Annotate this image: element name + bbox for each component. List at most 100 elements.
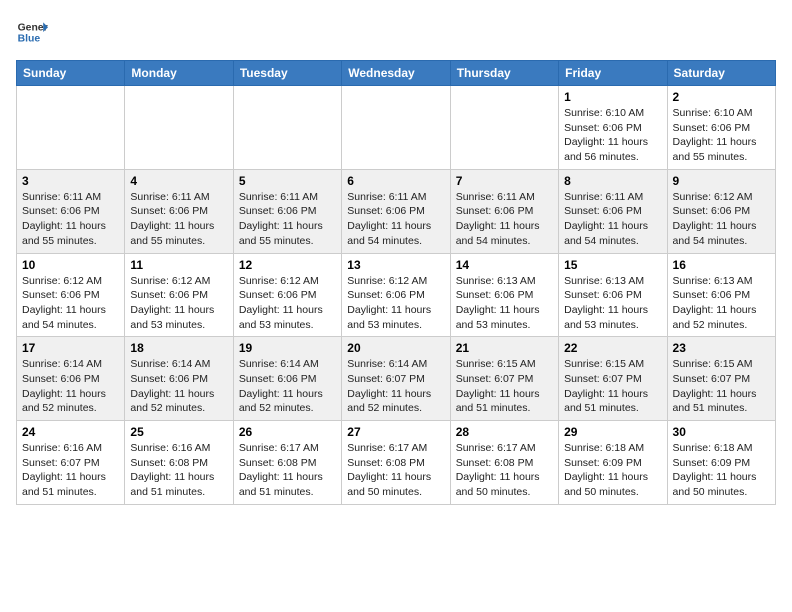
day-info: Sunrise: 6:18 AM Sunset: 6:09 PM Dayligh…: [673, 441, 770, 500]
calendar-cell: 9 Sunrise: 6:12 AM Sunset: 6:06 PM Daylig…: [667, 169, 775, 253]
weekday-header-cell: Saturday: [667, 61, 775, 86]
weekday-header-cell: Monday: [125, 61, 233, 86]
calendar-cell: [450, 86, 558, 170]
day-number: 28: [456, 425, 553, 439]
day-number: 27: [347, 425, 444, 439]
calendar-cell: 13 Sunrise: 6:12 AM Sunset: 6:06 PM Dayli…: [342, 253, 450, 337]
calendar-table: SundayMondayTuesdayWednesdayThursdayFrid…: [16, 60, 776, 505]
calendar-cell: 26 Sunrise: 6:17 AM Sunset: 6:08 PM Dayli…: [233, 421, 341, 505]
calendar-cell: 16Sunrise: 6:13 AM Sunset: 6:06 PM Dayli…: [667, 253, 775, 337]
day-info: Sunrise: 6:15 AM Sunset: 6:07 PM Dayligh…: [456, 357, 553, 416]
day-number: 8: [564, 174, 661, 188]
day-number: 5: [239, 174, 336, 188]
calendar-cell: 7 Sunrise: 6:11 AM Sunset: 6:06 PM Daylig…: [450, 169, 558, 253]
day-info: Sunrise: 6:11 AM Sunset: 6:06 PM Dayligh…: [564, 190, 661, 249]
weekday-header-cell: Thursday: [450, 61, 558, 86]
weekday-header-cell: Wednesday: [342, 61, 450, 86]
weekday-header-row: SundayMondayTuesdayWednesdayThursdayFrid…: [17, 61, 776, 86]
day-info: Sunrise: 6:16 AM Sunset: 6:08 PM Dayligh…: [130, 441, 227, 500]
calendar-cell: 11Sunrise: 6:12 AM Sunset: 6:06 PM Dayli…: [125, 253, 233, 337]
calendar-cell: 3 Sunrise: 6:11 AM Sunset: 6:06 PM Daylig…: [17, 169, 125, 253]
day-info: Sunrise: 6:11 AM Sunset: 6:06 PM Dayligh…: [22, 190, 119, 249]
calendar-cell: 10 Sunrise: 6:12 AM Sunset: 6:06 PM Dayli…: [17, 253, 125, 337]
logo: General Blue: [16, 16, 48, 48]
calendar-cell: [17, 86, 125, 170]
day-number: 15: [564, 258, 661, 272]
day-number: 23: [673, 341, 770, 355]
day-info: Sunrise: 6:13 AM Sunset: 6:06 PM Dayligh…: [456, 274, 553, 333]
day-info: Sunrise: 6:17 AM Sunset: 6:08 PM Dayligh…: [239, 441, 336, 500]
day-info: Sunrise: 6:15 AM Sunset: 6:07 PM Dayligh…: [673, 357, 770, 416]
day-number: 4: [130, 174, 227, 188]
day-info: Sunrise: 6:15 AM Sunset: 6:07 PM Dayligh…: [564, 357, 661, 416]
day-info: Sunrise: 6:17 AM Sunset: 6:08 PM Dayligh…: [347, 441, 444, 500]
day-number: 17: [22, 341, 119, 355]
calendar-cell: 28 Sunrise: 6:17 AM Sunset: 6:08 PM Dayli…: [450, 421, 558, 505]
day-number: 22: [564, 341, 661, 355]
day-info: Sunrise: 6:17 AM Sunset: 6:08 PM Dayligh…: [456, 441, 553, 500]
day-info: Sunrise: 6:13 AM Sunset: 6:06 PM Dayligh…: [673, 274, 770, 333]
day-info: Sunrise: 6:12 AM Sunset: 6:06 PM Dayligh…: [22, 274, 119, 333]
weekday-header-cell: Tuesday: [233, 61, 341, 86]
calendar-cell: 4 Sunrise: 6:11 AM Sunset: 6:06 PM Daylig…: [125, 169, 233, 253]
svg-text:Blue: Blue: [18, 34, 41, 45]
calendar-body: 1 Sunrise: 6:10 AM Sunset: 6:06 PM Daylig…: [17, 86, 776, 505]
calendar-cell: 23 Sunrise: 6:15 AM Sunset: 6:07 PM Dayli…: [667, 337, 775, 421]
day-number: 1: [564, 90, 661, 104]
calendar-cell: 19 Sunrise: 6:14 AM Sunset: 6:06 PM Dayli…: [233, 337, 341, 421]
calendar-cell: 27 Sunrise: 6:17 AM Sunset: 6:08 PM Dayli…: [342, 421, 450, 505]
calendar-cell: 2Sunrise: 6:10 AM Sunset: 6:06 PM Daylig…: [667, 86, 775, 170]
page-header: General Blue: [16, 16, 776, 48]
day-info: Sunrise: 6:12 AM Sunset: 6:06 PM Dayligh…: [239, 274, 336, 333]
calendar-week-row: 10 Sunrise: 6:12 AM Sunset: 6:06 PM Dayli…: [17, 253, 776, 337]
day-info: Sunrise: 6:14 AM Sunset: 6:07 PM Dayligh…: [347, 357, 444, 416]
calendar-cell: 29 Sunrise: 6:18 AM Sunset: 6:09 PM Dayli…: [559, 421, 667, 505]
day-info: Sunrise: 6:14 AM Sunset: 6:06 PM Dayligh…: [239, 357, 336, 416]
day-number: 20: [347, 341, 444, 355]
day-info: Sunrise: 6:16 AM Sunset: 6:07 PM Dayligh…: [22, 441, 119, 500]
day-info: Sunrise: 6:11 AM Sunset: 6:06 PM Dayligh…: [130, 190, 227, 249]
calendar-cell: 17 Sunrise: 6:14 AM Sunset: 6:06 PM Dayli…: [17, 337, 125, 421]
day-info: Sunrise: 6:11 AM Sunset: 6:06 PM Dayligh…: [347, 190, 444, 249]
day-number: 29: [564, 425, 661, 439]
day-number: 11: [130, 258, 227, 272]
day-number: 7: [456, 174, 553, 188]
day-info: Sunrise: 6:12 AM Sunset: 6:06 PM Dayligh…: [347, 274, 444, 333]
calendar-cell: 30Sunrise: 6:18 AM Sunset: 6:09 PM Dayli…: [667, 421, 775, 505]
calendar-cell: [233, 86, 341, 170]
calendar-cell: 25 Sunrise: 6:16 AM Sunset: 6:08 PM Dayli…: [125, 421, 233, 505]
day-number: 24: [22, 425, 119, 439]
day-number: 18: [130, 341, 227, 355]
day-info: Sunrise: 6:11 AM Sunset: 6:06 PM Dayligh…: [239, 190, 336, 249]
day-number: 3: [22, 174, 119, 188]
day-info: Sunrise: 6:18 AM Sunset: 6:09 PM Dayligh…: [564, 441, 661, 500]
day-number: 10: [22, 258, 119, 272]
day-number: 25: [130, 425, 227, 439]
day-number: 6: [347, 174, 444, 188]
day-number: 9: [673, 174, 770, 188]
day-number: 26: [239, 425, 336, 439]
calendar-cell: 1Sunrise: 6:10 AM Sunset: 6:06 PM Daylig…: [559, 86, 667, 170]
calendar-week-row: 1 Sunrise: 6:10 AM Sunset: 6:06 PM Daylig…: [17, 86, 776, 170]
day-info: Sunrise: 6:14 AM Sunset: 6:06 PM Dayligh…: [130, 357, 227, 416]
day-info: Sunrise: 6:11 AM Sunset: 6:06 PM Dayligh…: [456, 190, 553, 249]
weekday-header-cell: Sunday: [17, 61, 125, 86]
calendar-cell: 15 Sunrise: 6:13 AM Sunset: 6:06 PM Dayli…: [559, 253, 667, 337]
day-number: 12: [239, 258, 336, 272]
calendar-cell: 24 Sunrise: 6:16 AM Sunset: 6:07 PM Dayli…: [17, 421, 125, 505]
calendar-cell: [342, 86, 450, 170]
day-info: Sunrise: 6:12 AM Sunset: 6:06 PM Dayligh…: [673, 190, 770, 249]
day-number: 21: [456, 341, 553, 355]
calendar-week-row: 17 Sunrise: 6:14 AM Sunset: 6:06 PM Dayli…: [17, 337, 776, 421]
calendar-cell: 22 Sunrise: 6:15 AM Sunset: 6:07 PM Dayli…: [559, 337, 667, 421]
calendar-cell: 18 Sunrise: 6:14 AM Sunset: 6:06 PM Dayli…: [125, 337, 233, 421]
day-info: Sunrise: 6:14 AM Sunset: 6:06 PM Dayligh…: [22, 357, 119, 416]
day-info: Sunrise: 6:13 AM Sunset: 6:06 PM Dayligh…: [564, 274, 661, 333]
day-info: Sunrise: 6:10 AM Sunset: 6:06 PM Dayligh…: [673, 106, 770, 165]
calendar-week-row: 3 Sunrise: 6:11 AM Sunset: 6:06 PM Daylig…: [17, 169, 776, 253]
logo-icon: General Blue: [16, 16, 48, 48]
calendar-cell: 8 Sunrise: 6:11 AM Sunset: 6:06 PM Daylig…: [559, 169, 667, 253]
calendar-cell: 21 Sunrise: 6:15 AM Sunset: 6:07 PM Dayli…: [450, 337, 558, 421]
day-number: 19: [239, 341, 336, 355]
day-number: 13: [347, 258, 444, 272]
